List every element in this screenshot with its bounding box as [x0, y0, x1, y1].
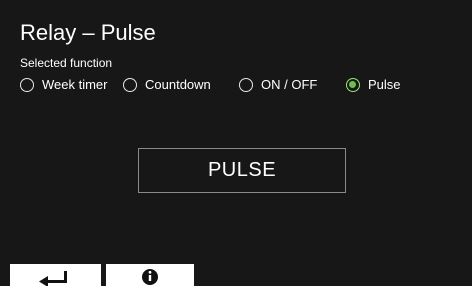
selected-function-label: Selected function	[20, 56, 113, 70]
pulse-button[interactable]: PULSE	[138, 148, 346, 193]
radio-on-off-indicator	[239, 78, 253, 92]
radio-on-off-label: ON / OFF	[261, 77, 318, 92]
radio-pulse[interactable]: Pulse	[346, 77, 401, 93]
page-title: Relay – Pulse	[20, 20, 156, 45]
radio-pulse-label: Pulse	[368, 77, 401, 92]
relay-pulse-screen: Relay – Pulse Selected function Week tim…	[0, 0, 472, 286]
back-button[interactable]	[10, 264, 101, 286]
info-icon	[142, 269, 158, 285]
radio-countdown-label: Countdown	[145, 77, 211, 92]
radio-week-timer-indicator	[20, 78, 34, 92]
radio-on-off[interactable]: ON / OFF	[239, 77, 317, 93]
radio-week-timer-label: Week timer	[42, 77, 108, 92]
radio-pulse-indicator	[346, 78, 360, 92]
radio-week-timer[interactable]: Week timer	[20, 77, 108, 93]
info-button[interactable]	[106, 264, 194, 286]
radio-countdown-indicator	[123, 78, 137, 92]
radio-countdown[interactable]: Countdown	[123, 77, 211, 93]
back-arrow-icon	[38, 271, 67, 286]
